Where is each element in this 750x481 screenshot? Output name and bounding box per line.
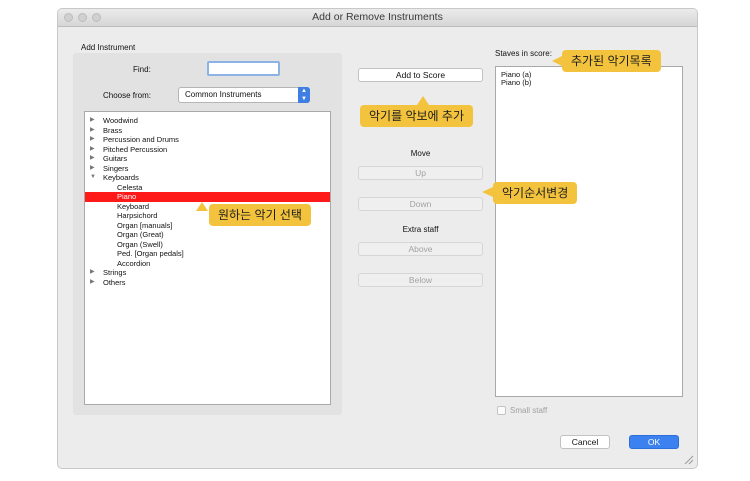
tree-item-label: Organ (Great) [117,230,164,239]
tree-item-label: Keyboard [117,201,150,211]
extra-staff-above-button[interactable]: Above [358,242,483,256]
tree-item-label: Percussion and Drums [103,135,179,144]
tree-item[interactable]: Organ (Great) [85,230,330,240]
cancel-button[interactable]: Cancel [560,435,610,449]
resize-grip-icon[interactable] [684,455,694,465]
tree-item[interactable]: ▼ Keyboards [85,173,330,183]
tree-item-label: Guitars [103,154,128,163]
tree-item[interactable]: ▶ Others [85,278,330,288]
disclosure-closed-icon[interactable]: ▶ [90,268,95,278]
disclosure-closed-icon[interactable]: ▶ [90,154,95,164]
tree-item[interactable]: ▶ Guitars [85,154,330,164]
find-input[interactable] [207,61,280,76]
window-title: Add or Remove Instruments [312,11,443,23]
disclosure-closed-icon[interactable]: ▶ [90,164,95,174]
staves-list[interactable]: Piano (a) Piano (b) [495,66,683,397]
tree-item[interactable]: ▶ Brass [85,126,330,136]
small-staff-label: Small staff [510,406,548,415]
choose-from-label: Choose from: [103,91,152,100]
add-to-score-button[interactable]: Add to Score [358,68,483,82]
extra-staff-label: Extra staff [402,225,439,234]
small-staff-checkbox[interactable] [497,406,506,415]
disclosure-closed-icon[interactable]: ▶ [90,145,95,155]
disclosure-closed-icon[interactable]: ▶ [90,126,95,136]
title-bar: Add or Remove Instruments [58,9,697,27]
tree-item[interactable]: Accordion [85,259,330,269]
disclosure-closed-icon[interactable]: ▶ [90,135,95,145]
callout-select-instrument: 원하는 악기 선택 [209,204,311,226]
callout-pointer [196,202,208,211]
stave-item[interactable]: Piano (b) [501,78,531,87]
callout-pointer [482,187,493,197]
choose-from-select[interactable]: Common Instruments ▲ ▼ [178,87,310,103]
callout-added-list: 추가된 악기목록 [562,50,661,72]
tree-item-label: Celesta [117,182,143,192]
staves-heading: Staves in score: [495,49,552,58]
tree-item-label: Keyboards [103,173,139,182]
move-label: Move [410,149,431,158]
tree-item-label: Organ (Swell) [117,239,163,249]
tree-item[interactable]: Ped. [Organ pedals] [85,249,330,259]
tree-item-label: Harpsichord [117,211,158,220]
disclosure-open-icon[interactable]: ▼ [90,173,96,183]
tree-item[interactable]: Piano [85,192,330,202]
tree-item-label: Singers [103,163,129,173]
find-label: Find: [133,65,151,74]
extra-staff-below-button[interactable]: Below [358,273,483,287]
tree-item-label: Brass [103,125,123,135]
instrument-tree[interactable]: ▶ Woodwind ▶ Brass ▶ Percussion and Drums ▶ Pit… [84,111,331,405]
tree-item-label: Accordion [117,258,151,268]
tree-item-label: Piano [117,192,137,201]
chevron-updown-icon: ▲ ▼ [298,87,310,103]
tree-item-label: Others [103,277,126,287]
move-down-button[interactable]: Down [358,197,483,211]
tree-item[interactable]: Celesta [85,183,330,193]
disclosure-closed-icon[interactable]: ▶ [90,116,95,126]
tree-item[interactable]: ▶ Percussion and Drums [85,135,330,145]
ok-button[interactable]: OK [629,435,679,449]
callout-pointer [552,56,562,66]
callout-reorder: 악기순서변경 [493,182,578,204]
tree-item[interactable]: ▶ Strings [85,268,330,278]
callout-pointer [417,96,429,105]
add-instrument-heading: Add Instrument [81,43,136,52]
tree-item[interactable]: Organ (Swell) [85,240,330,250]
disclosure-closed-icon[interactable]: ▶ [90,278,95,288]
tree-item-label: Ped. [Organ pedals] [117,249,184,258]
tree-item-label: Strings [103,268,127,277]
tree-item[interactable]: ▶ Woodwind [85,116,330,126]
tree-item-label: Pitched Percussion [103,144,168,154]
tree-item-label: Woodwind [103,116,138,125]
add-remove-instruments-dialog: Add or Remove Instruments Add Instrument… [57,8,698,469]
choose-from-value: Common Instruments [185,90,262,99]
tree-item[interactable]: ▶ Pitched Percussion [85,145,330,155]
move-up-button[interactable]: Up [358,166,483,180]
tree-item[interactable]: ▶ Singers [85,164,330,174]
callout-add-to-score: 악기를 악보에 추가 [360,105,473,127]
tree-item-label: Organ [manuals] [117,220,173,230]
